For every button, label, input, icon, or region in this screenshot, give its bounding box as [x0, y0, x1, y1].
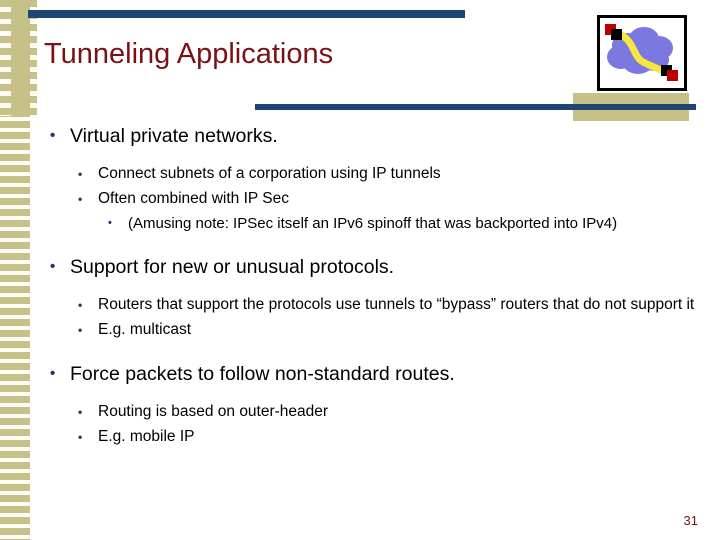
bullet-marker-icon: •	[78, 430, 83, 444]
bullet-section: • Support for new or unusual protocols. …	[0, 253, 720, 342]
slide: Tunneling Applications • Virtual private…	[0, 0, 720, 540]
left-decorative-stripes-upper	[0, 0, 11, 116]
bullet-section: • Virtual private networks. • Connect su…	[0, 122, 720, 235]
bullet-level2: • E.g. multicast	[0, 318, 720, 342]
bullet-marker-icon: •	[78, 405, 83, 419]
page-number: 31	[683, 513, 698, 528]
bullet-marker-icon: •	[50, 365, 56, 382]
bullet-section: • Force packets to follow non-standard r…	[0, 360, 720, 449]
page-title: Tunneling Applications	[44, 38, 334, 70]
bullet-level1: • Support for new or unusual protocols.	[0, 253, 720, 281]
mid-divider-rule	[255, 104, 696, 110]
bullet-level1-text: Virtual private networks.	[70, 125, 278, 147]
bullet-marker-icon: •	[78, 192, 83, 206]
bullet-level3: • (Amusing note: IPSec itself an IPv6 sp…	[0, 212, 720, 235]
bullet-level2: • Often combined with IP Sec	[0, 187, 720, 211]
network-tunnel-icon	[597, 15, 687, 91]
bullet-level2-text: Routers that support the protocols use t…	[98, 296, 695, 313]
bullet-level2: • Routers that support the protocols use…	[0, 293, 720, 317]
bullet-level2: • E.g. mobile IP	[0, 425, 720, 449]
bullet-level2: • Connect subnets of a corporation using…	[0, 162, 720, 186]
bullet-marker-icon: •	[78, 167, 83, 181]
bullet-level1-text: Support for new or unusual protocols.	[70, 256, 395, 278]
bullet-marker-icon: •	[50, 258, 56, 275]
bullet-level1: • Virtual private networks.	[0, 122, 720, 150]
bullet-marker-icon: •	[78, 323, 83, 337]
bullet-marker-icon: •	[108, 217, 112, 229]
bullet-level1-text: Force packets to follow non-standard rou…	[70, 363, 455, 385]
bullet-level2: • Routing is based on outer-header	[0, 400, 720, 424]
bullet-level2-text: Connect subnets of a corporation using I…	[98, 165, 441, 182]
bullet-level2-text: E.g. mobile IP	[98, 428, 195, 445]
bullet-level2-text: Routing is based on outer-header	[98, 403, 329, 420]
slide-body: • Virtual private networks. • Connect su…	[0, 122, 720, 450]
bullet-level3-text: (Amusing note: IPSec itself an IPv6 spin…	[128, 215, 618, 232]
bullet-marker-icon: •	[50, 127, 56, 144]
bullet-level2-text: E.g. multicast	[98, 321, 192, 338]
bullet-level1: • Force packets to follow non-standard r…	[0, 360, 720, 388]
bullet-level2-text: Often combined with IP Sec	[98, 190, 289, 207]
bullet-marker-icon: •	[78, 298, 83, 312]
top-divider-rule	[28, 10, 465, 18]
